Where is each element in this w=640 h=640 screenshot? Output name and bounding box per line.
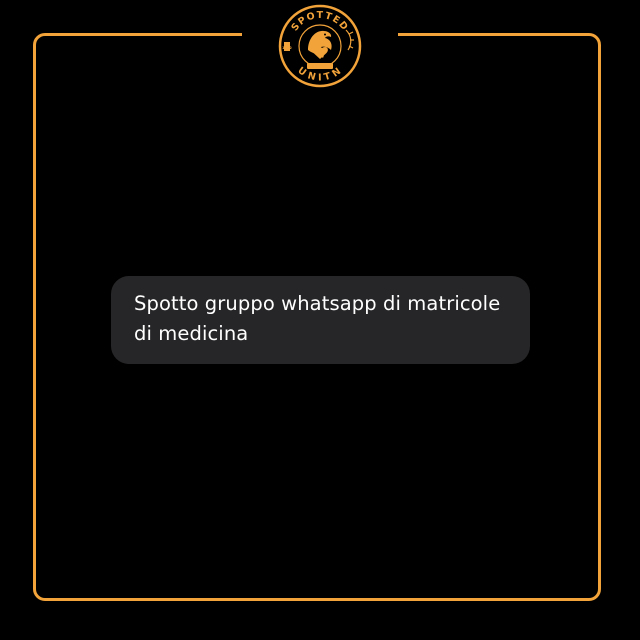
logo-ribbon-text: TRENTO (308, 64, 332, 69)
message-bubble: Spotto gruppo whatsapp di matricole di m… (111, 276, 530, 364)
logo-side-text: 1962 (282, 46, 292, 50)
message-text: Spotto gruppo whatsapp di matricole di m… (134, 292, 501, 345)
spotted-unitn-logo: SPOTTED UNITN 1962 TRENTO (278, 4, 362, 88)
